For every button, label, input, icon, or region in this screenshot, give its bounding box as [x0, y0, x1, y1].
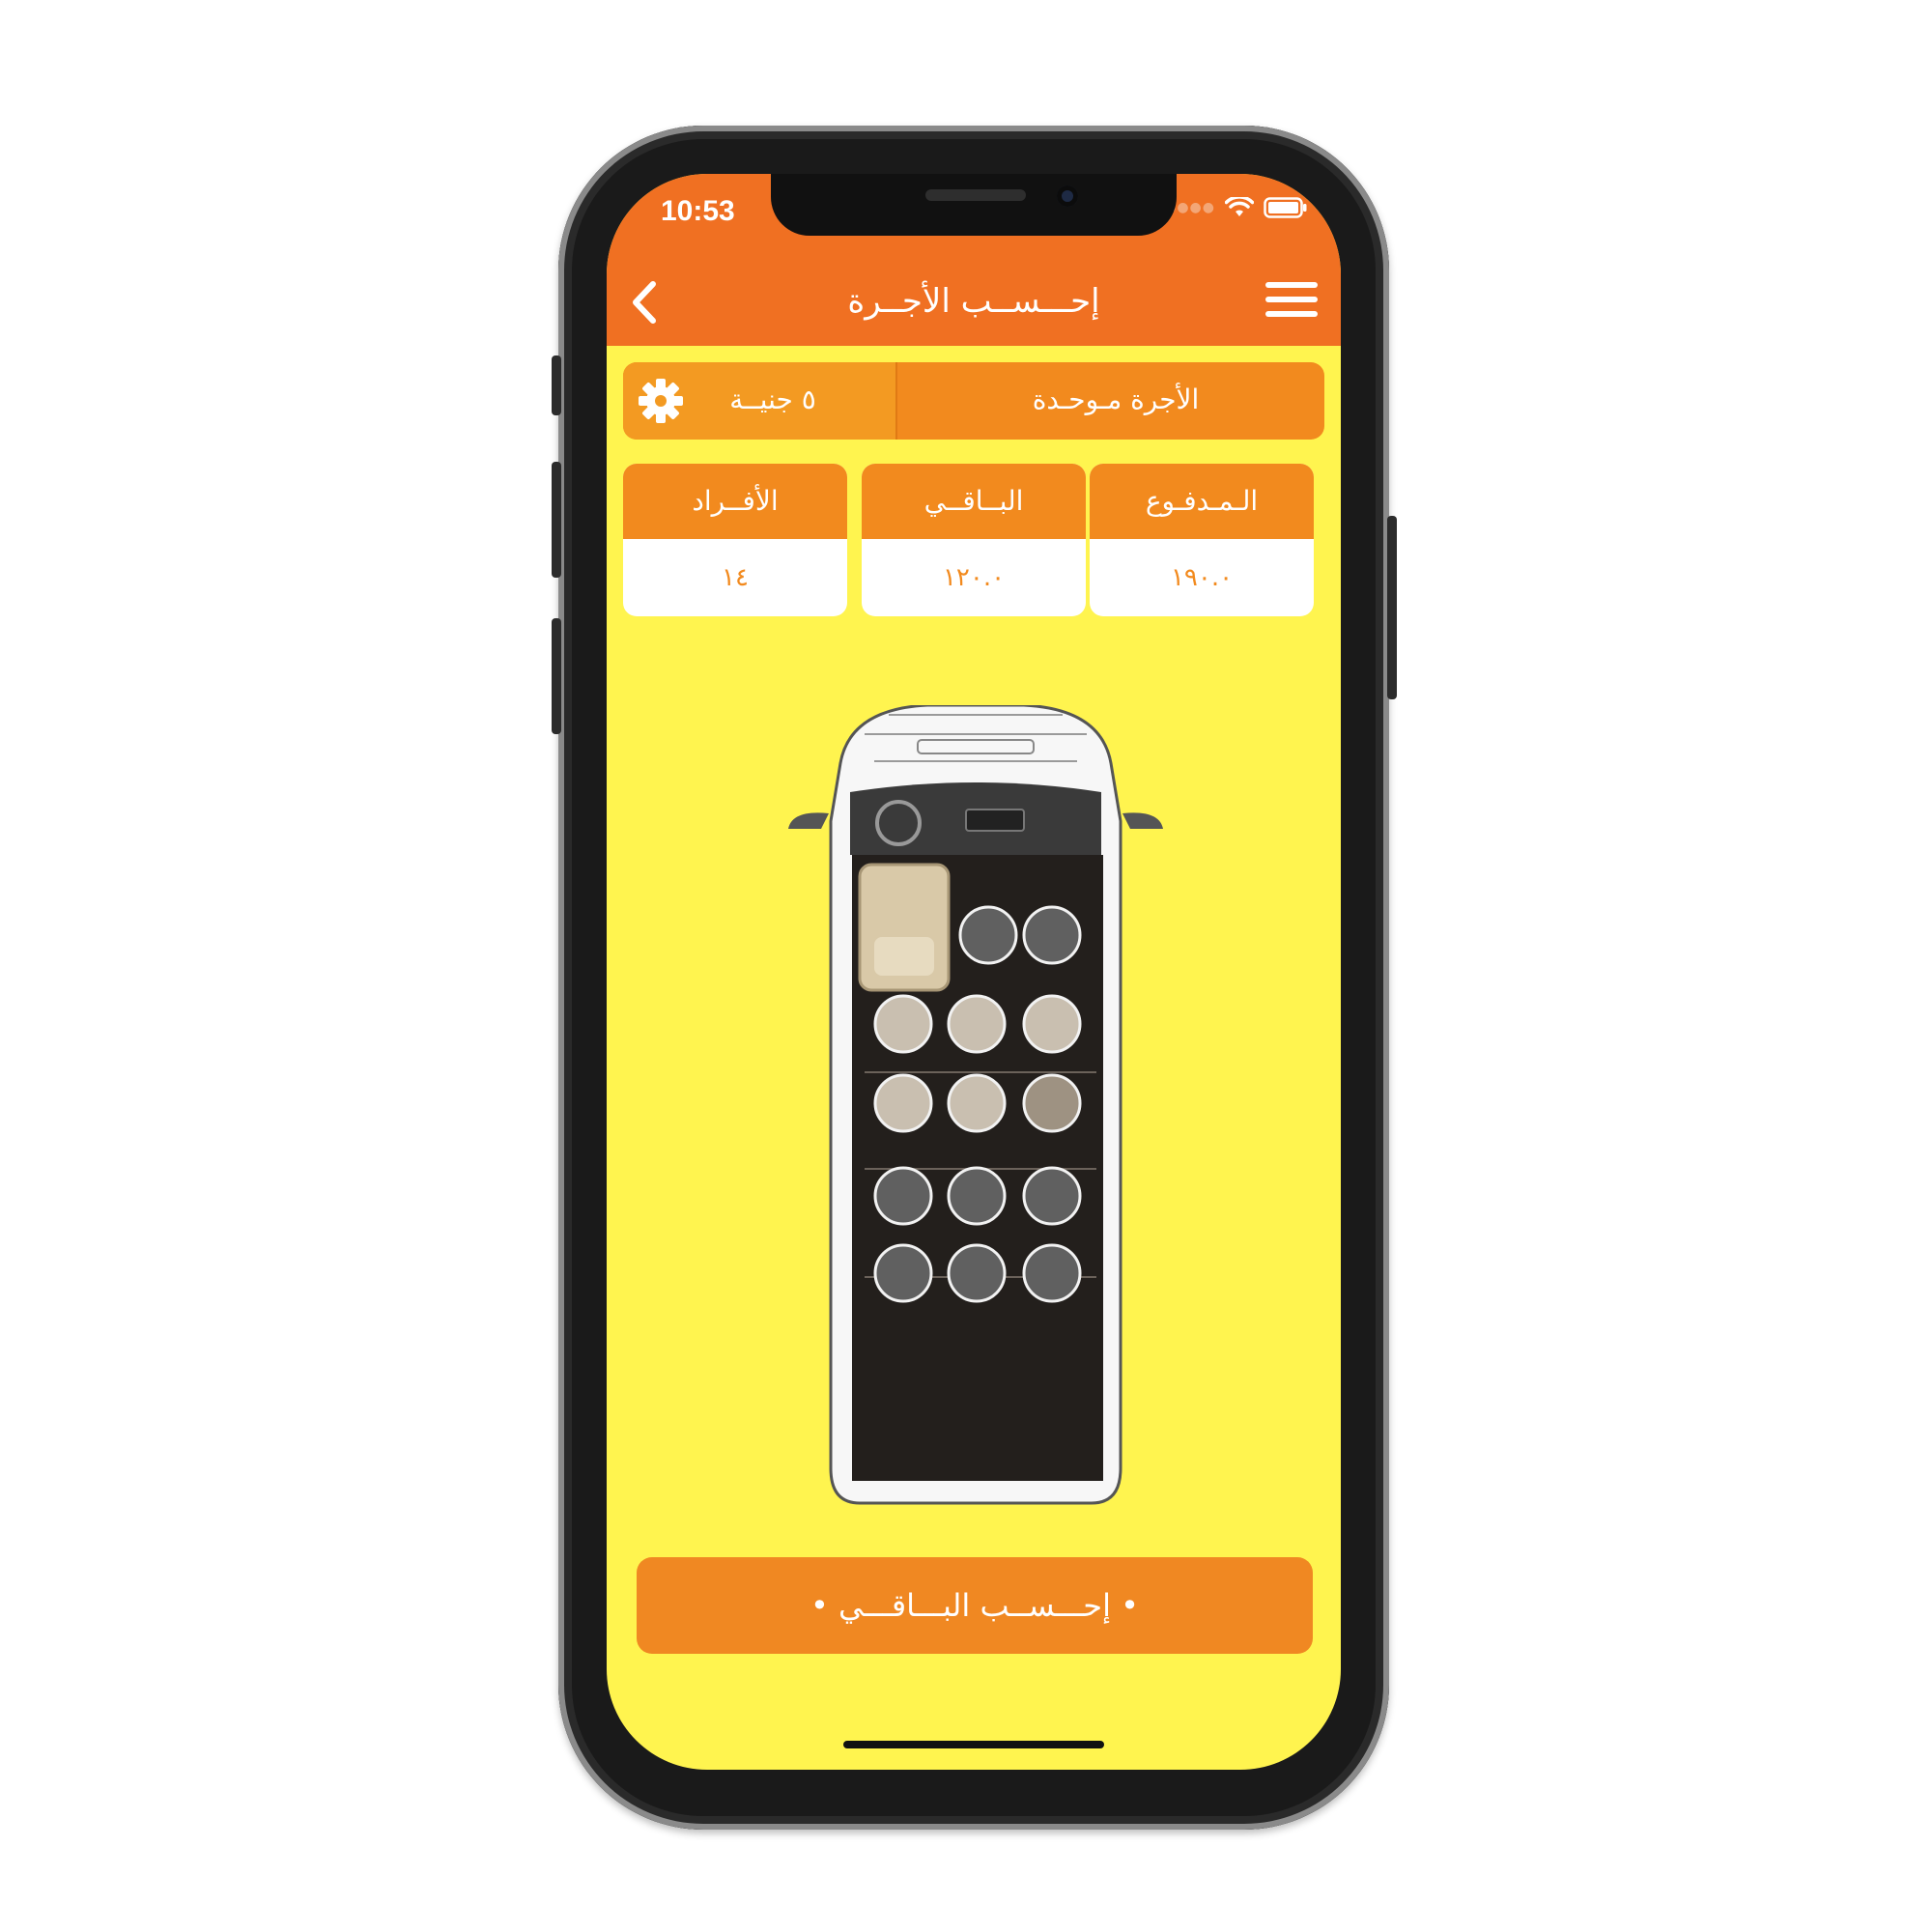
wifi-icon: [1225, 197, 1254, 218]
seat-dark[interactable]: [873, 1166, 933, 1226]
volume-up-button: [552, 462, 561, 578]
seat-dark[interactable]: [873, 1243, 933, 1303]
fare-amount: ٥ جنيــة: [729, 384, 816, 415]
paid-value: ١٩٠.٠: [1170, 563, 1234, 592]
speaker-grille: [925, 189, 1026, 201]
battery-icon: [1264, 197, 1308, 218]
seat-light[interactable]: [947, 1073, 1007, 1133]
remaining-value: ١٢٠.٠: [942, 563, 1006, 592]
page-title: إحـــســب الأجــرة: [847, 282, 1100, 321]
seat-light[interactable]: [873, 1073, 933, 1133]
divider: [895, 362, 897, 440]
passengers-card: الأفــراد ١٤: [623, 464, 847, 616]
silent-switch: [552, 355, 561, 415]
paid-label: الـمـدفـوع: [1090, 464, 1314, 539]
fare-type-label: الأجرة مـوحـدة: [1032, 384, 1200, 415]
fare-settings-bar: ٥ جنيــة الأجرة مـوحـدة: [623, 362, 1324, 440]
seat-dark[interactable]: [1022, 1166, 1082, 1226]
paid-card: الـمـدفـوع ١٩٠.٠: [1090, 464, 1314, 616]
menu-button[interactable]: [1265, 282, 1318, 325]
passengers-label: الأفــراد: [623, 464, 847, 539]
status-icons: ●●●●: [1164, 197, 1308, 218]
remaining-card: البــاقــي ١٢٠.٠: [862, 464, 1086, 616]
seat-dark[interactable]: [1022, 1243, 1082, 1303]
right-mirror: [1122, 812, 1163, 829]
notch: [771, 174, 1177, 236]
camera-icon: [1057, 185, 1078, 207]
left-mirror: [788, 812, 829, 829]
power-button: [1387, 516, 1397, 699]
fare-amount-section[interactable]: ٥ جنيــة: [623, 362, 895, 440]
header-bar: 10:53 ●●●● إحـــســب الأجــرة: [607, 174, 1341, 346]
status-time: 10:53: [661, 195, 735, 227]
calculate-change-button[interactable]: • إحـــســب البـــاقـــي •: [637, 1557, 1313, 1654]
seat-dark[interactable]: [947, 1166, 1007, 1226]
home-indicator[interactable]: [843, 1741, 1104, 1748]
seat-light[interactable]: [1022, 994, 1082, 1054]
gear-icon[interactable]: [637, 377, 685, 425]
seat-light[interactable]: [947, 994, 1007, 1054]
seat-dark[interactable]: [947, 1243, 1007, 1303]
remaining-label: البــاقــي: [862, 464, 1086, 539]
app-screen: 10:53 ●●●● إحـــســب الأجــرة ٥ جنيــة ا…: [607, 174, 1341, 1770]
van-seat-map: [788, 705, 1163, 1505]
seat-tan[interactable]: [1022, 1073, 1082, 1133]
passengers-value: ١٤: [722, 563, 749, 592]
volume-down-button: [552, 618, 561, 734]
seat-light[interactable]: [873, 994, 933, 1054]
hamburger-menu-icon: [1265, 282, 1318, 288]
seat-dark[interactable]: [1022, 905, 1082, 965]
seat-dark[interactable]: [958, 905, 1018, 965]
